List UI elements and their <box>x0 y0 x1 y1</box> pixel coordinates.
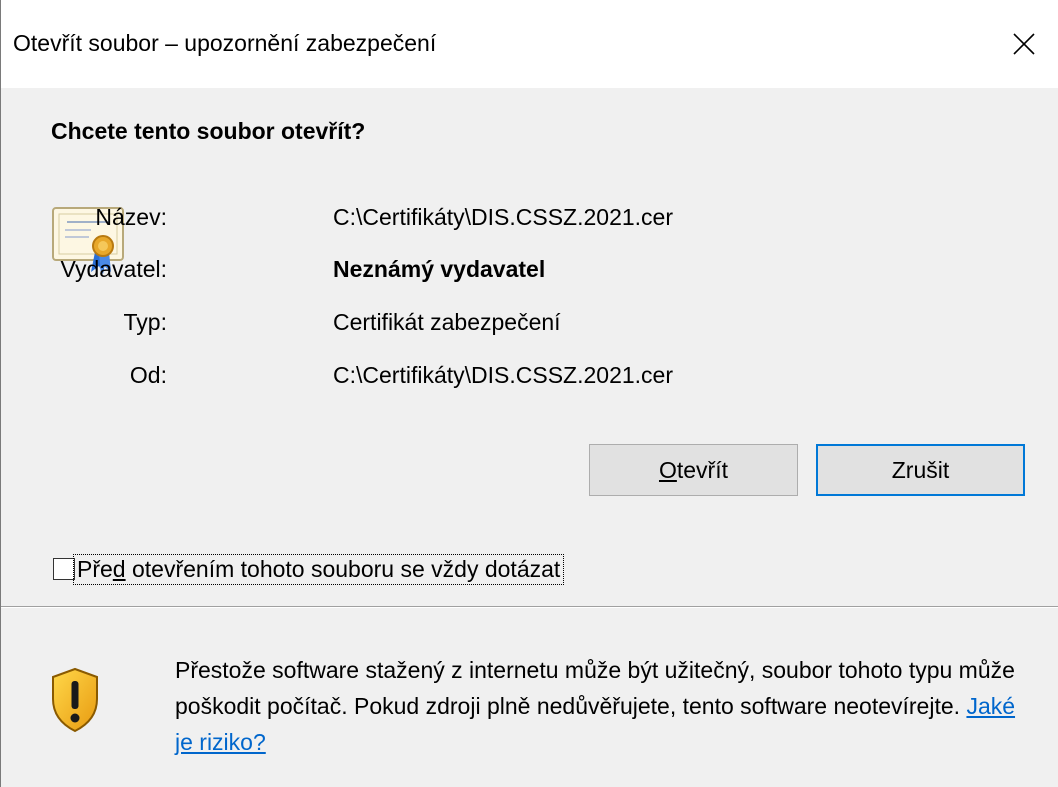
warning-message: Přestože software stažený z internetu mů… <box>175 652 1035 760</box>
info-row-publisher: Vydavatel: Neznámý vydavatel <box>1 256 901 286</box>
always-ask-label-post: otevřením tohoto souboru se vždy dotázat <box>125 555 561 582</box>
divider-highlight <box>1 607 1058 608</box>
window-title: Otevřít soubor – upozornění zabezpečení <box>13 30 437 56</box>
security-warning-dialog: Otevřít soubor – upozornění zabezpečení … <box>0 0 1058 787</box>
warning-text: Přestože software stažený z internetu mů… <box>175 657 1015 719</box>
cancel-button-label: Zrušit <box>891 456 950 483</box>
file-name-value: C:\Certifikáty\DIS.CSSZ.2021.cer <box>333 204 673 230</box>
always-ask-label-mnemonic: d <box>112 555 126 582</box>
title-bar: Otevřít soubor – upozornění zabezpečení <box>1 0 1058 88</box>
shield-warning-icon <box>52 667 98 733</box>
always-ask-option[interactable]: Před otevřením tohoto souboru se vždy do… <box>53 552 565 586</box>
info-row-from: Od: C:\Certifikáty\DIS.CSSZ.2021.cer <box>1 362 901 392</box>
always-ask-label[interactable]: Před otevřením tohoto souboru se vždy do… <box>73 553 565 585</box>
info-label: Vydavatel: <box>60 256 167 282</box>
info-row-type: Typ: Certifikát zabezpečení <box>1 309 901 339</box>
open-button[interactable]: Otevřít <box>589 444 798 496</box>
close-icon <box>1013 33 1035 55</box>
info-label: Název: <box>95 204 167 230</box>
cancel-button[interactable]: Zrušit <box>816 444 1025 496</box>
info-label: Od: <box>129 362 167 388</box>
dialog-question: Chcete tento soubor otevřít? <box>51 118 366 144</box>
always-ask-label-pre: Pře <box>77 555 113 582</box>
always-ask-checkbox[interactable] <box>53 558 75 580</box>
file-type-value: Certifikát zabezpečení <box>333 309 561 335</box>
info-label: Typ: <box>123 309 167 335</box>
publisher-value: Neznámý vydavatel <box>333 256 546 282</box>
file-source-value: C:\Certifikáty\DIS.CSSZ.2021.cer <box>333 362 673 388</box>
close-button[interactable] <box>989 0 1058 88</box>
open-button-mnemonic: O <box>658 456 677 483</box>
open-button-label: tevřít <box>676 456 728 483</box>
info-row-name: Název: C:\Certifikáty\DIS.CSSZ.2021.cer <box>1 204 901 234</box>
